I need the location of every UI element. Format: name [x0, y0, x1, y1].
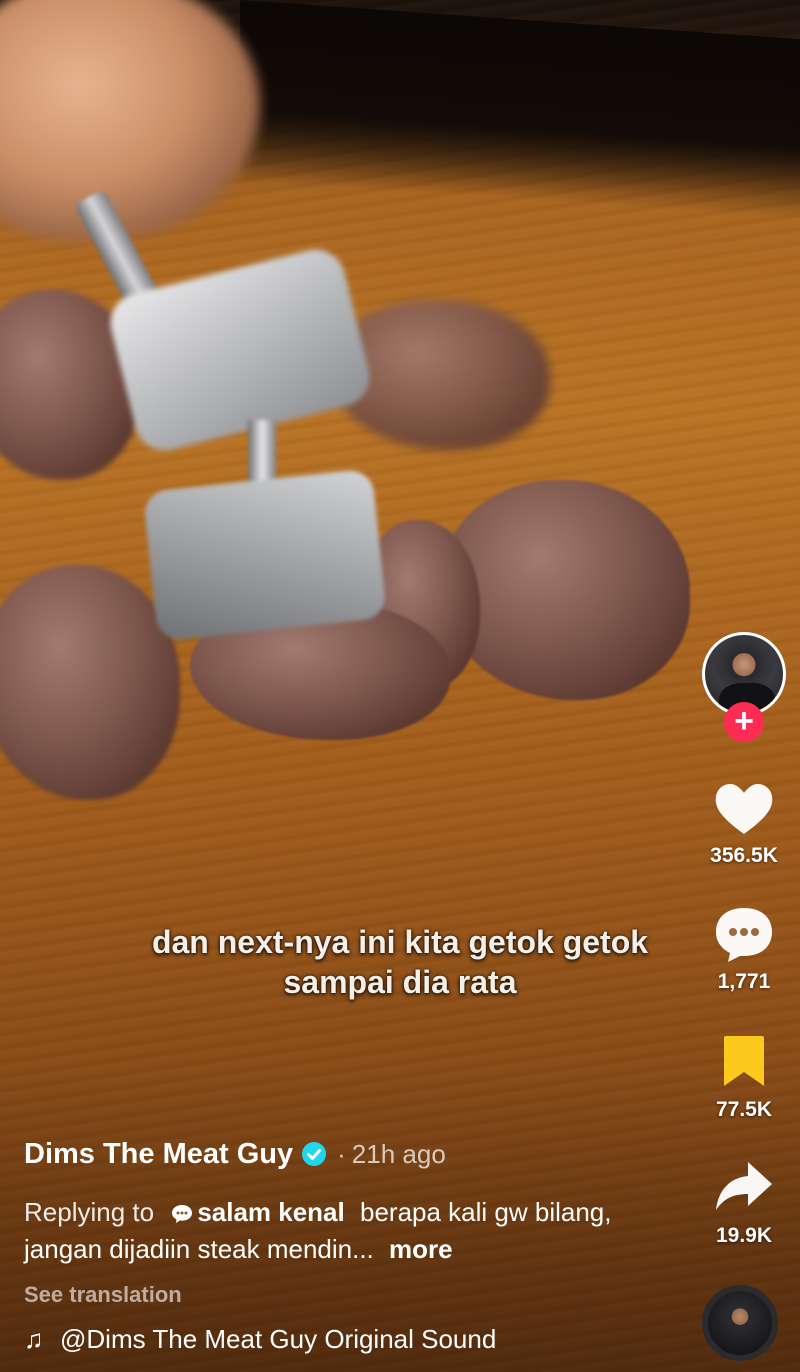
music-note-icon: ♫ — [24, 1324, 44, 1354]
comment-icon — [716, 908, 772, 962]
creator-avatar[interactable]: + — [702, 632, 786, 742]
caption-line-1: dan next-nya ini kita getok getok — [151, 924, 649, 960]
like-button[interactable]: 356.5K — [702, 776, 786, 868]
post-time: 21h ago — [351, 1138, 446, 1169]
save-count: 77.5K — [715, 1098, 773, 1121]
like-count: 356.5K — [710, 844, 778, 867]
video-info: Dims The Meat Guy · 21h ago Replying to … — [24, 1134, 674, 1355]
share-count: 19.9K — [715, 1224, 773, 1247]
share-arrow-icon — [716, 1162, 772, 1210]
reply-comment-chip[interactable]: salam kenal — [171, 1197, 352, 1227]
heart-icon — [715, 784, 773, 834]
comment-count: 1,771 — [717, 970, 771, 993]
author-name[interactable]: Dims The Meat Guy — [24, 1138, 293, 1171]
reply-user: salam kenal — [197, 1197, 345, 1227]
music-disc[interactable] — [702, 1285, 778, 1361]
reply-label: Replying to — [24, 1197, 155, 1227]
meat-mallet-face — [142, 468, 388, 642]
author-row: Dims The Meat Guy · 21h ago — [24, 1134, 674, 1174]
bookmark-icon — [724, 1036, 764, 1086]
sound-label: @Dims The Meat Guy Original Sound — [60, 1324, 497, 1354]
follow-plus-icon[interactable]: + — [724, 702, 764, 742]
sound-row[interactable]: ♫ @Dims The Meat Guy Original Sound — [24, 1324, 674, 1355]
separator-dot: · — [337, 1138, 346, 1169]
verified-badge-icon — [302, 1142, 327, 1166]
share-button[interactable]: 19.9K — [702, 1156, 786, 1248]
video-description[interactable]: Replying to salam kenal berapa kali gw b… — [24, 1194, 644, 1268]
comment-button[interactable]: 1,771 — [702, 902, 786, 994]
see-translation-link[interactable]: See translation — [24, 1282, 674, 1308]
chat-bubble-icon — [172, 1205, 193, 1223]
save-button[interactable]: 77.5K — [702, 1030, 786, 1122]
video-caption: dan next-nya ini kita getok getok sampai… — [40, 922, 760, 1002]
caption-line-2: sampai dia rata — [283, 964, 517, 1000]
more-link[interactable]: more — [389, 1234, 453, 1264]
